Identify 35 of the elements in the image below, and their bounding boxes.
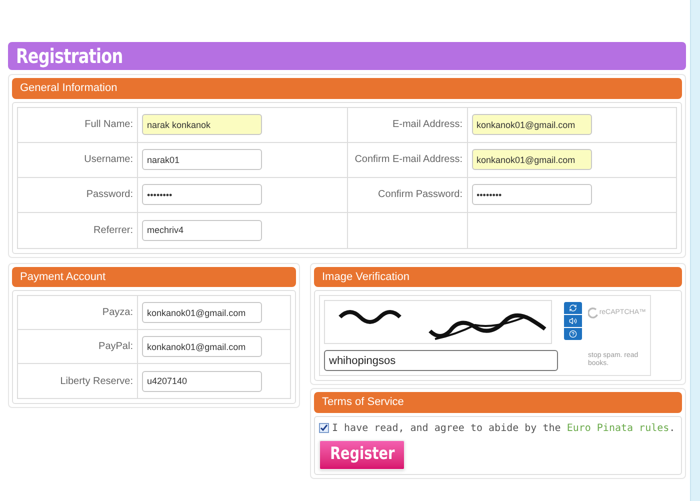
input-field[interactable]: whihopingsos [324, 350, 558, 371]
section-header: Terms of Service [314, 392, 682, 412]
register-button[interactable]: Register [319, 440, 405, 470]
field-label: E-mail Address: [392, 118, 462, 132]
page-title: Registration [16, 43, 123, 70]
agreement-text: I have read, and agree to abide by the Euro Pinata rules. [332, 422, 676, 436]
input-field[interactable]: mechriv4 [142, 220, 262, 240]
input-field[interactable]: konkanok01@gmail.com [142, 336, 262, 357]
field-label: Referrer: [94, 224, 133, 238]
help-button[interactable] [564, 328, 582, 340]
speaker-icon [569, 317, 577, 325]
input-field[interactable]: •••••••• [472, 184, 592, 205]
section-header: Image Verification [314, 266, 682, 287]
section-header: General Information [12, 78, 682, 98]
field-label: Username: [84, 153, 133, 167]
refresh-icon [569, 304, 577, 312]
field-label: Full Name: [84, 118, 133, 132]
input-field[interactable]: konkanok01@gmail.com [472, 149, 592, 170]
audio-button[interactable] [564, 315, 582, 327]
field-label: Liberty Reserve: [60, 374, 133, 388]
input-field[interactable]: narak konkanok [142, 114, 262, 135]
input-field[interactable]: konkanok01@gmail.com [142, 302, 262, 323]
input-field[interactable]: •••••••• [142, 184, 262, 205]
field-label: Password: [86, 188, 133, 202]
field-label: Payza: [102, 306, 133, 320]
input-field[interactable]: narak01 [142, 149, 262, 170]
field-label: Confirm Password: [378, 188, 462, 202]
checkbox[interactable] [319, 423, 329, 433]
input-field[interactable]: konkanok01@gmail.com [472, 114, 592, 135]
section-header: Payment Account [12, 266, 296, 287]
field-label: PayPal: [98, 340, 133, 354]
input-field[interactable]: u4207140 [142, 370, 262, 392]
help-icon [569, 330, 577, 338]
refresh-button[interactable] [564, 302, 582, 314]
field-label: Confirm E-mail Address: [354, 153, 462, 167]
